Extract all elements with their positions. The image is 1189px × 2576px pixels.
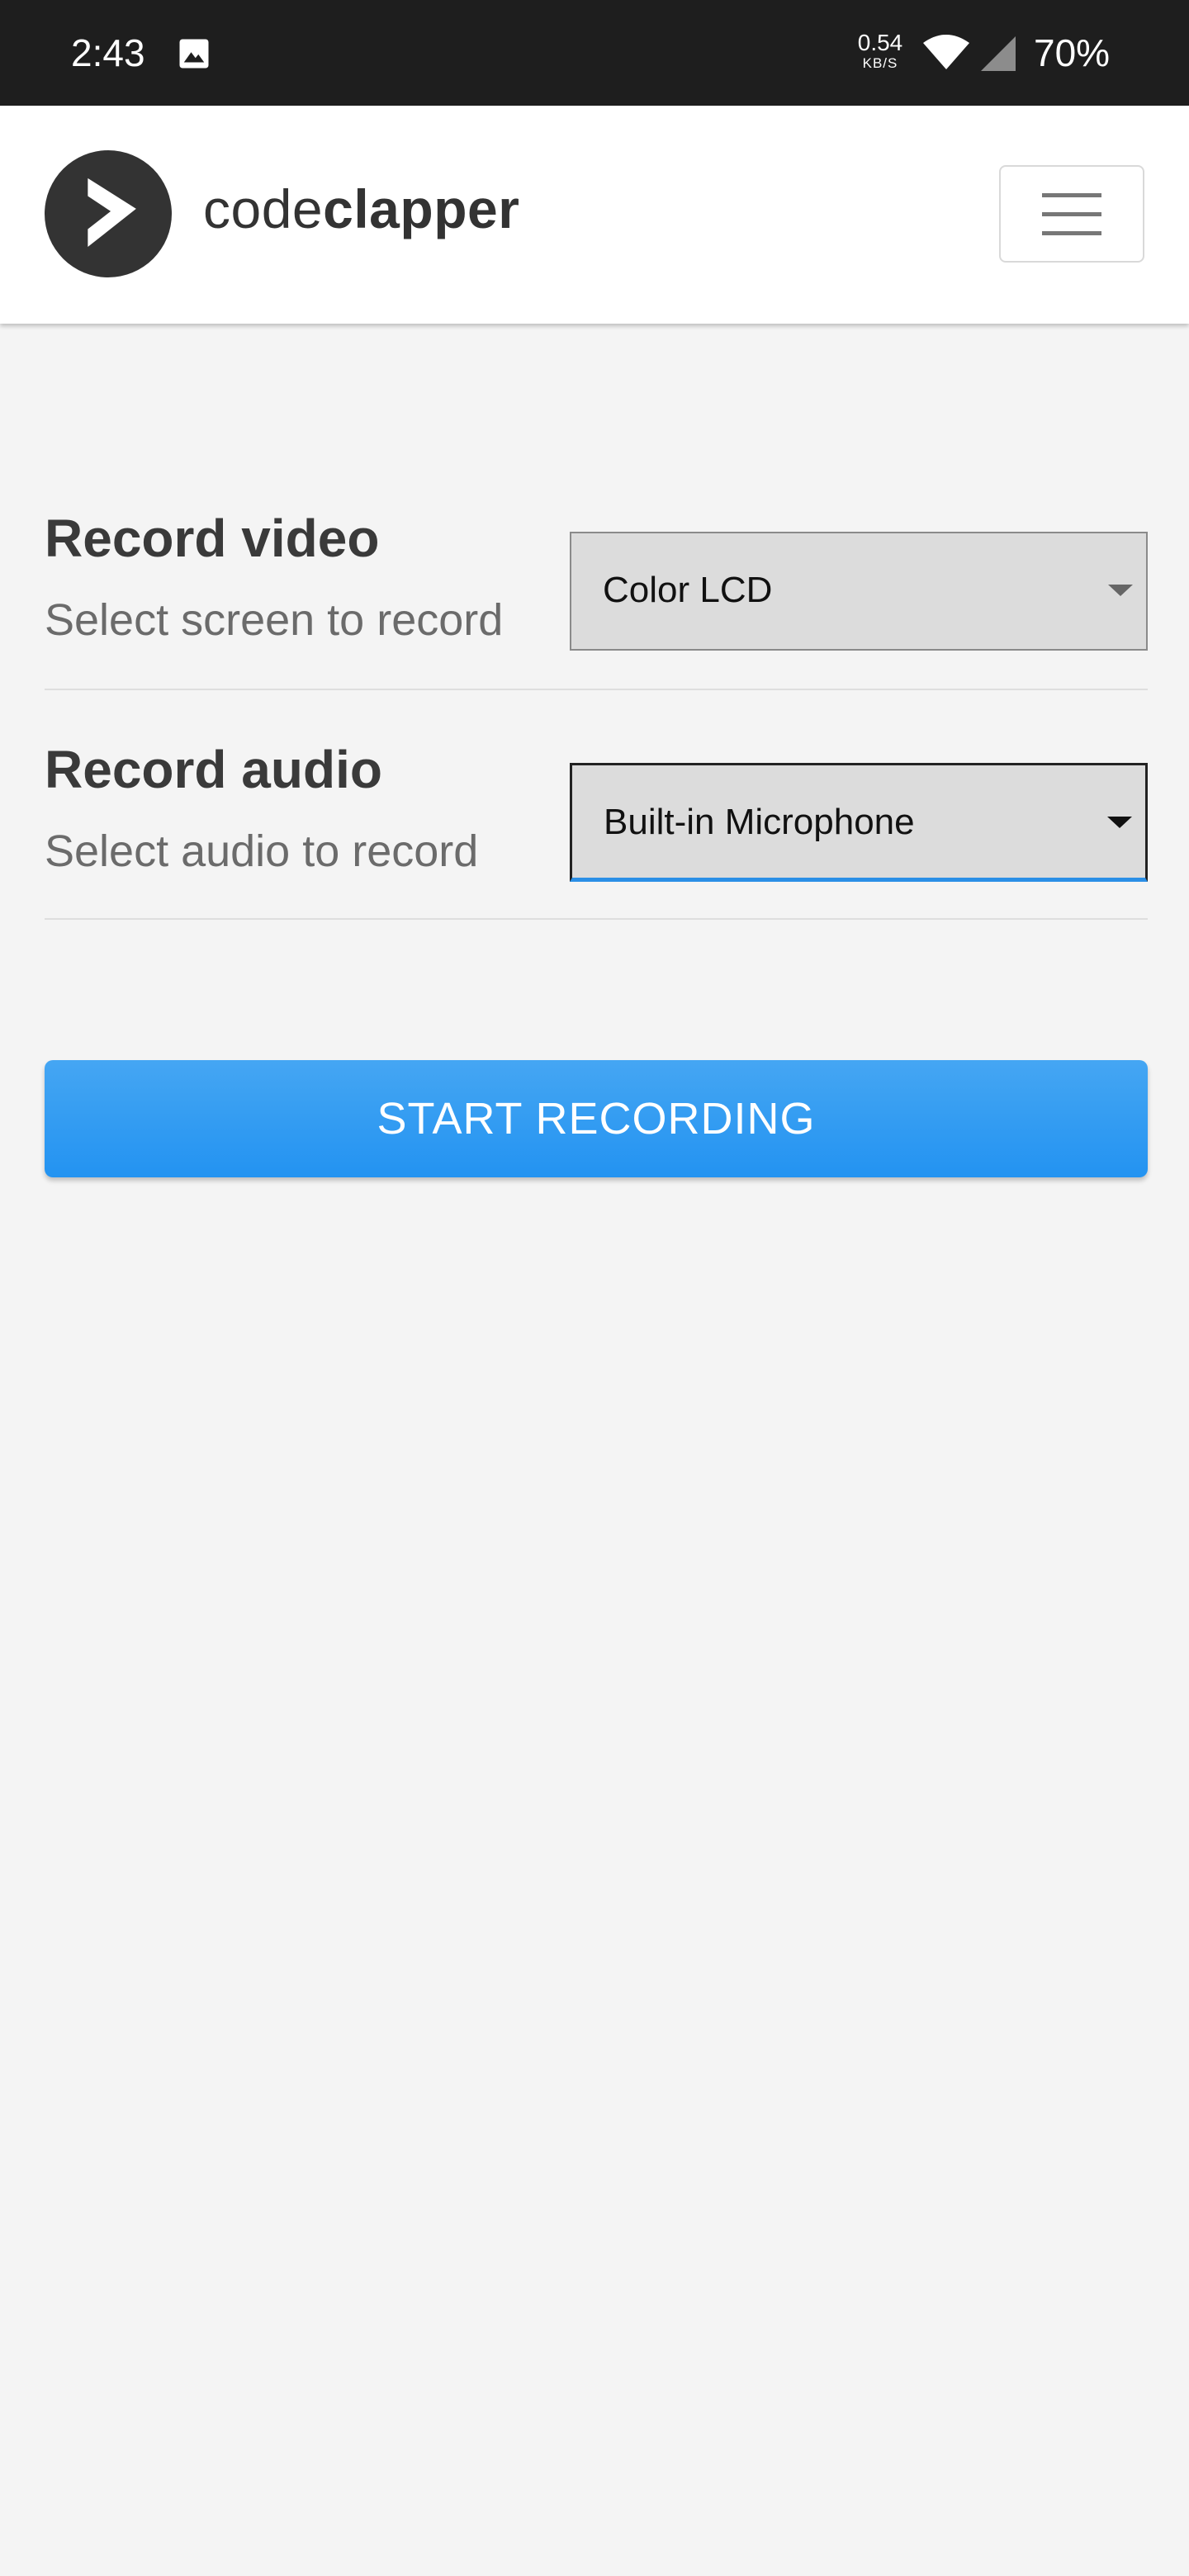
record-video-row: Record video Select screen to record Col… xyxy=(45,477,1148,692)
record-video-subtitle: Select screen to record xyxy=(45,595,504,645)
chevron-down-icon xyxy=(1108,585,1133,596)
wifi-icon xyxy=(923,35,969,69)
record-audio-subtitle: Select audio to record xyxy=(45,826,479,876)
network-speed: 0.54 KB/S xyxy=(850,30,910,71)
divider xyxy=(45,689,1148,690)
record-audio-row: Record audio Select audio to record Buil… xyxy=(45,708,1148,923)
chevron-down-icon xyxy=(1107,817,1132,828)
network-speed-unit: KB/S xyxy=(862,55,898,71)
network-speed-value: 0.54 xyxy=(857,30,903,55)
status-bar: 2:43 0.54 KB/S 70% xyxy=(0,0,1189,106)
brand-name[interactable]: codeclapper xyxy=(203,172,519,246)
image-icon xyxy=(179,39,209,69)
menu-toggle-button[interactable] xyxy=(999,165,1144,263)
audio-select[interactable]: Built-in Microphone xyxy=(570,763,1148,882)
screen-select-value: Color LCD xyxy=(603,570,773,610)
navbar: codeclapper xyxy=(0,106,1189,324)
brand-name-light: code xyxy=(203,178,324,239)
record-video-title: Record video xyxy=(45,509,380,568)
divider xyxy=(45,918,1148,920)
record-audio-title: Record audio xyxy=(45,740,382,799)
signal-icon xyxy=(981,36,1016,71)
status-time: 2:43 xyxy=(71,31,145,74)
start-recording-button[interactable]: START RECORDING xyxy=(45,1060,1148,1177)
brand-name-bold: clapper xyxy=(323,178,520,239)
codeclapper-logo-icon[interactable] xyxy=(45,150,172,277)
hamburger-menu-icon xyxy=(1042,193,1101,235)
screen-select[interactable]: Color LCD xyxy=(570,532,1148,651)
battery-level: 70% xyxy=(1034,31,1111,74)
audio-select-value: Built-in Microphone xyxy=(604,802,915,842)
